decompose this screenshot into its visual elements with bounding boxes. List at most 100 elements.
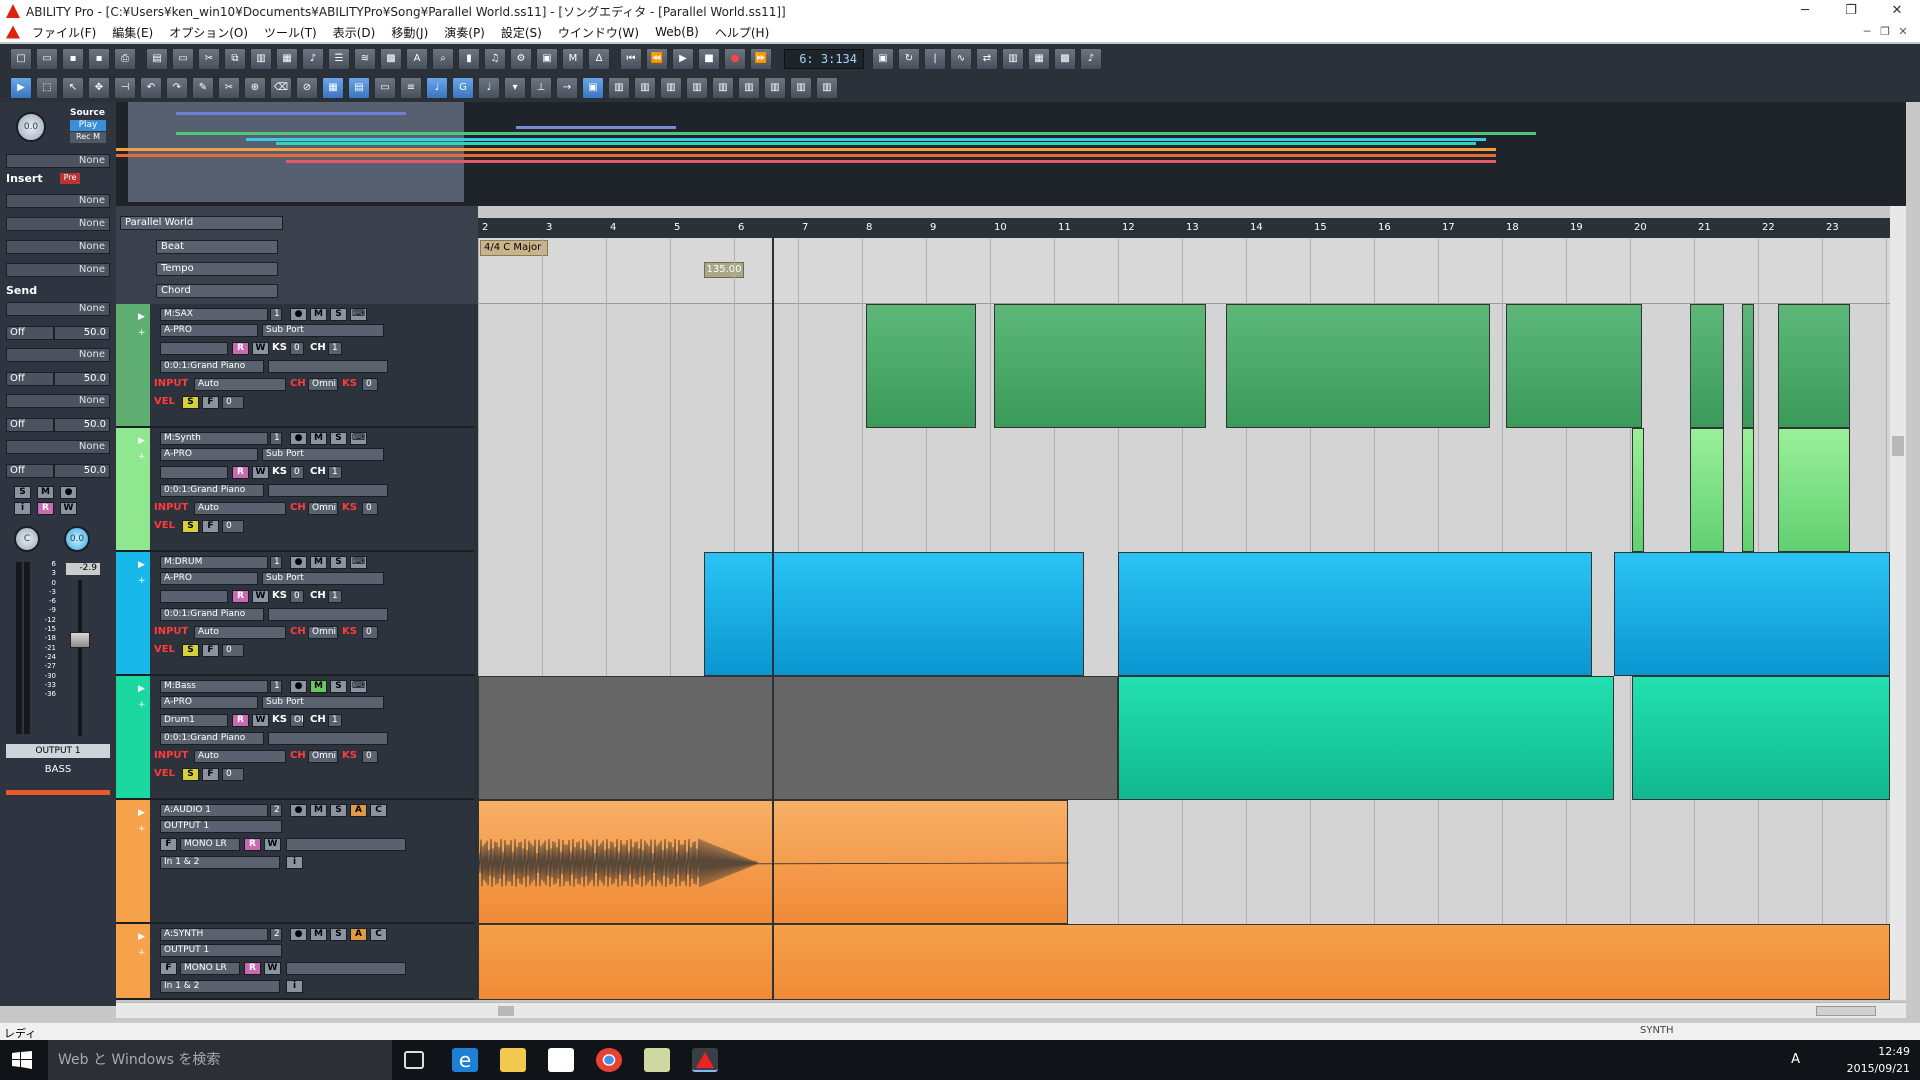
expand-arrow-icon[interactable]: ▶: [138, 560, 145, 570]
snap-button[interactable]: ▦: [322, 77, 344, 99]
tempo-marker[interactable]: 135.00: [704, 262, 744, 278]
rec-monitor-toggle[interactable]: Rec M: [70, 132, 106, 143]
omni-selector[interactable]: Omni: [308, 626, 338, 639]
system-clock[interactable]: 12:49 2015/09/21: [1847, 1043, 1910, 1077]
glue-tool-button[interactable]: ⊕: [244, 77, 266, 99]
audio-f-button[interactable]: F: [160, 838, 177, 851]
mdi-close-button[interactable]: ✕: [1894, 22, 1912, 42]
grid-button[interactable]: ▤: [348, 77, 370, 99]
input-selector[interactable]: Auto: [194, 750, 286, 763]
cut-button[interactable]: ✂: [198, 48, 220, 70]
track-mute-button[interactable]: M: [310, 308, 327, 321]
bank-field[interactable]: [268, 484, 388, 497]
port-selector[interactable]: A-PRO: [160, 572, 258, 585]
lane-button-6[interactable]: ▥: [738, 77, 760, 99]
ks-value[interactable]: 0: [290, 342, 304, 355]
port-selector[interactable]: A-PRO: [160, 448, 258, 461]
midi-clip[interactable]: [1742, 428, 1754, 552]
send-slot-3[interactable]: None: [6, 394, 110, 408]
volume-fader-handle[interactable]: [70, 632, 90, 648]
subport-selector[interactable]: Sub Port: [262, 696, 384, 709]
synth-button[interactable]: ▣: [536, 48, 558, 70]
read-button[interactable]: R: [232, 714, 249, 727]
menu-play[interactable]: 演奏(P): [436, 24, 493, 41]
track-record-button[interactable]: ●: [290, 928, 307, 941]
wave-button[interactable]: ∿: [950, 48, 972, 70]
expand-arrow-icon[interactable]: ▶: [138, 684, 145, 694]
view-button-3[interactable]: ▩: [1054, 48, 1076, 70]
insert-slot-1[interactable]: None: [6, 194, 110, 208]
lane-button-2[interactable]: ▥: [634, 77, 656, 99]
mixer-button[interactable]: ▥: [250, 48, 272, 70]
blank-field[interactable]: [160, 342, 228, 355]
track-keyboard-icon[interactable]: ⌨: [350, 680, 367, 693]
menu-web[interactable]: Web(B): [647, 25, 707, 39]
insert-slot-0[interactable]: None: [6, 154, 110, 168]
patch-selector[interactable]: 0:0:1:Grand Piano: [160, 732, 264, 745]
lane-button-9[interactable]: ▥: [816, 77, 838, 99]
midi-clip[interactable]: [1614, 552, 1890, 676]
send-2-level[interactable]: 50.0: [54, 372, 110, 386]
add-lane-icon[interactable]: +: [138, 948, 146, 958]
audio-write-button[interactable]: W: [264, 838, 281, 851]
chrome-browser-icon[interactable]: [596, 1048, 622, 1072]
ability-taskbar-icon[interactable]: [692, 1048, 718, 1072]
audio-read-button[interactable]: R: [244, 838, 261, 851]
track-record-button[interactable]: ●: [290, 308, 307, 321]
rewind-button[interactable]: ⏪: [646, 48, 668, 70]
edge-browser-icon[interactable]: e: [452, 1048, 478, 1072]
midi-clip[interactable]: [1632, 428, 1644, 552]
mute-tool-button[interactable]: ⊘: [296, 77, 318, 99]
overview-viewport[interactable]: [128, 102, 464, 202]
add-lane-icon[interactable]: +: [138, 328, 146, 338]
output-selector[interactable]: OUTPUT 1: [6, 744, 110, 758]
velocity-value[interactable]: 0: [222, 768, 244, 781]
scissors-tool-button[interactable]: ✂: [218, 77, 240, 99]
fast-forward-button[interactable]: ⏩: [750, 48, 772, 70]
record-button[interactable]: ●: [724, 48, 746, 70]
insert-slot-2[interactable]: None: [6, 217, 110, 231]
arrow-tool-button[interactable]: ↖: [62, 77, 84, 99]
mdi-restore-button[interactable]: ❐: [1876, 22, 1894, 42]
velocity-value[interactable]: 0: [222, 520, 244, 533]
inspector-write-button[interactable]: W: [60, 502, 77, 515]
song-name-field[interactable]: Parallel World: [120, 216, 283, 230]
insert-slot-4[interactable]: None: [6, 263, 110, 277]
omni-selector[interactable]: Omni: [308, 378, 338, 391]
velocity-s-button[interactable]: S: [182, 768, 199, 781]
track-name-field[interactable]: M:Bass: [160, 680, 268, 693]
track-record-button[interactable]: ●: [290, 680, 307, 693]
ks-value[interactable]: OFF: [290, 714, 304, 727]
new-file-button[interactable]: □: [10, 48, 32, 70]
input-selector[interactable]: Auto: [194, 626, 286, 639]
expand-arrow-icon[interactable]: ▶: [138, 436, 145, 446]
track-list-horizontal-scrollbar[interactable]: [116, 1002, 478, 1018]
ime-mode-indicator[interactable]: A: [1791, 1052, 1800, 1067]
read-button[interactable]: R: [232, 342, 249, 355]
track-name-field[interactable]: A:SYNTH: [160, 928, 268, 941]
menu-options[interactable]: オプション(O): [161, 24, 256, 41]
midi-clip[interactable]: [1506, 304, 1642, 428]
split-tool-button[interactable]: ⊣: [114, 77, 136, 99]
event-list-button[interactable]: ☰: [328, 48, 350, 70]
document-icon[interactable]: [6, 25, 20, 39]
input-selector[interactable]: Auto: [194, 378, 286, 391]
track-keyboard-icon[interactable]: ⌨: [350, 556, 367, 569]
save-button[interactable]: ▪: [62, 48, 84, 70]
track-record-button[interactable]: ●: [290, 804, 307, 817]
inspector-read-button[interactable]: R: [37, 502, 54, 515]
write-button[interactable]: W: [252, 342, 269, 355]
channel-value[interactable]: 1: [328, 714, 342, 727]
bank-field[interactable]: [268, 732, 388, 745]
input-ks-value[interactable]: 0: [362, 750, 378, 763]
store-icon[interactable]: [548, 1048, 574, 1072]
grid-horizontal-scrollbar[interactable]: [478, 1002, 1906, 1018]
send-2-off[interactable]: Off: [6, 372, 54, 386]
midi-clip[interactable]: [478, 924, 1890, 1000]
zoom-button[interactable]: ⌕: [432, 48, 454, 70]
send-3-level[interactable]: 50.0: [54, 418, 110, 432]
volume-knob[interactable]: 0.0: [64, 526, 90, 552]
track-view-button[interactable]: ▭: [374, 77, 396, 99]
inspector-mute-button[interactable]: M: [37, 486, 54, 499]
arrangement-grid[interactable]: 4/4 C Major 135.00: [478, 238, 1890, 1000]
